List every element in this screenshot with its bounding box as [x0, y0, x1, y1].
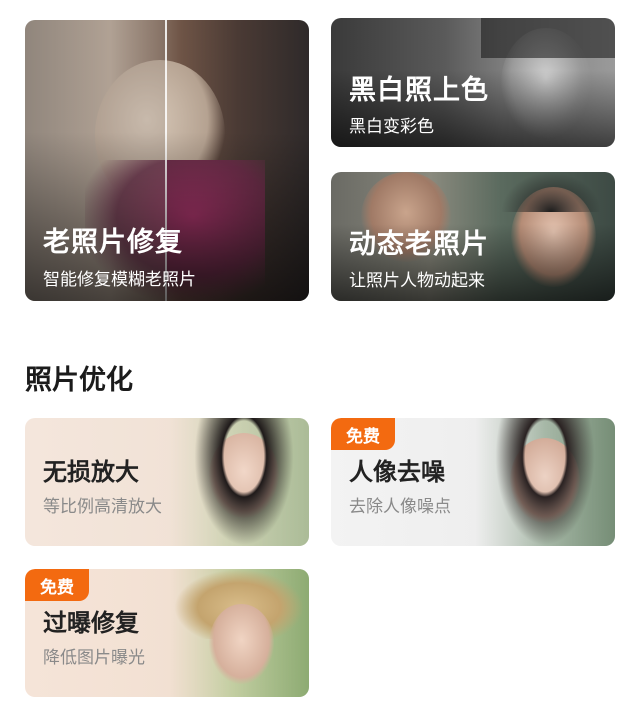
denoise-photo	[475, 418, 615, 546]
card-title: 黑白照上色	[349, 75, 489, 106]
option-overexposure-fix[interactable]: 免费 过曝修复 降低图片曝光	[25, 569, 309, 697]
card-subtitle: 让照片人物动起来	[349, 271, 485, 291]
option-subtitle: 降低图片曝光	[43, 648, 145, 668]
option-lossless-upscale[interactable]: 无损放大 等比例高清放大	[25, 418, 309, 546]
section-title: 照片优化	[25, 365, 133, 396]
overexposure-photo	[169, 569, 309, 697]
card-subtitle: 智能修复模糊老照片	[43, 270, 196, 290]
option-title: 人像去噪	[349, 458, 445, 486]
animate-card[interactable]: 动态老照片 让照片人物动起来	[331, 172, 615, 301]
free-badge: 免费	[25, 569, 89, 601]
card-title: 老照片修复	[43, 227, 183, 258]
card-title: 动态老照片	[349, 229, 489, 260]
option-portrait-denoise[interactable]: 免费 人像去噪 去除人像噪点	[331, 418, 615, 546]
free-badge: 免费	[331, 418, 395, 450]
colorize-card[interactable]: 黑白照上色 黑白变彩色	[331, 18, 615, 147]
option-subtitle: 等比例高清放大	[43, 497, 162, 517]
upscale-photo	[169, 418, 309, 546]
option-subtitle: 去除人像噪点	[349, 497, 451, 517]
option-title: 无损放大	[43, 458, 139, 486]
option-title: 过曝修复	[43, 609, 139, 637]
old-photo-restore-card[interactable]: 老照片修复 智能修复模糊老照片	[25, 20, 309, 301]
card-subtitle: 黑白变彩色	[349, 117, 434, 137]
